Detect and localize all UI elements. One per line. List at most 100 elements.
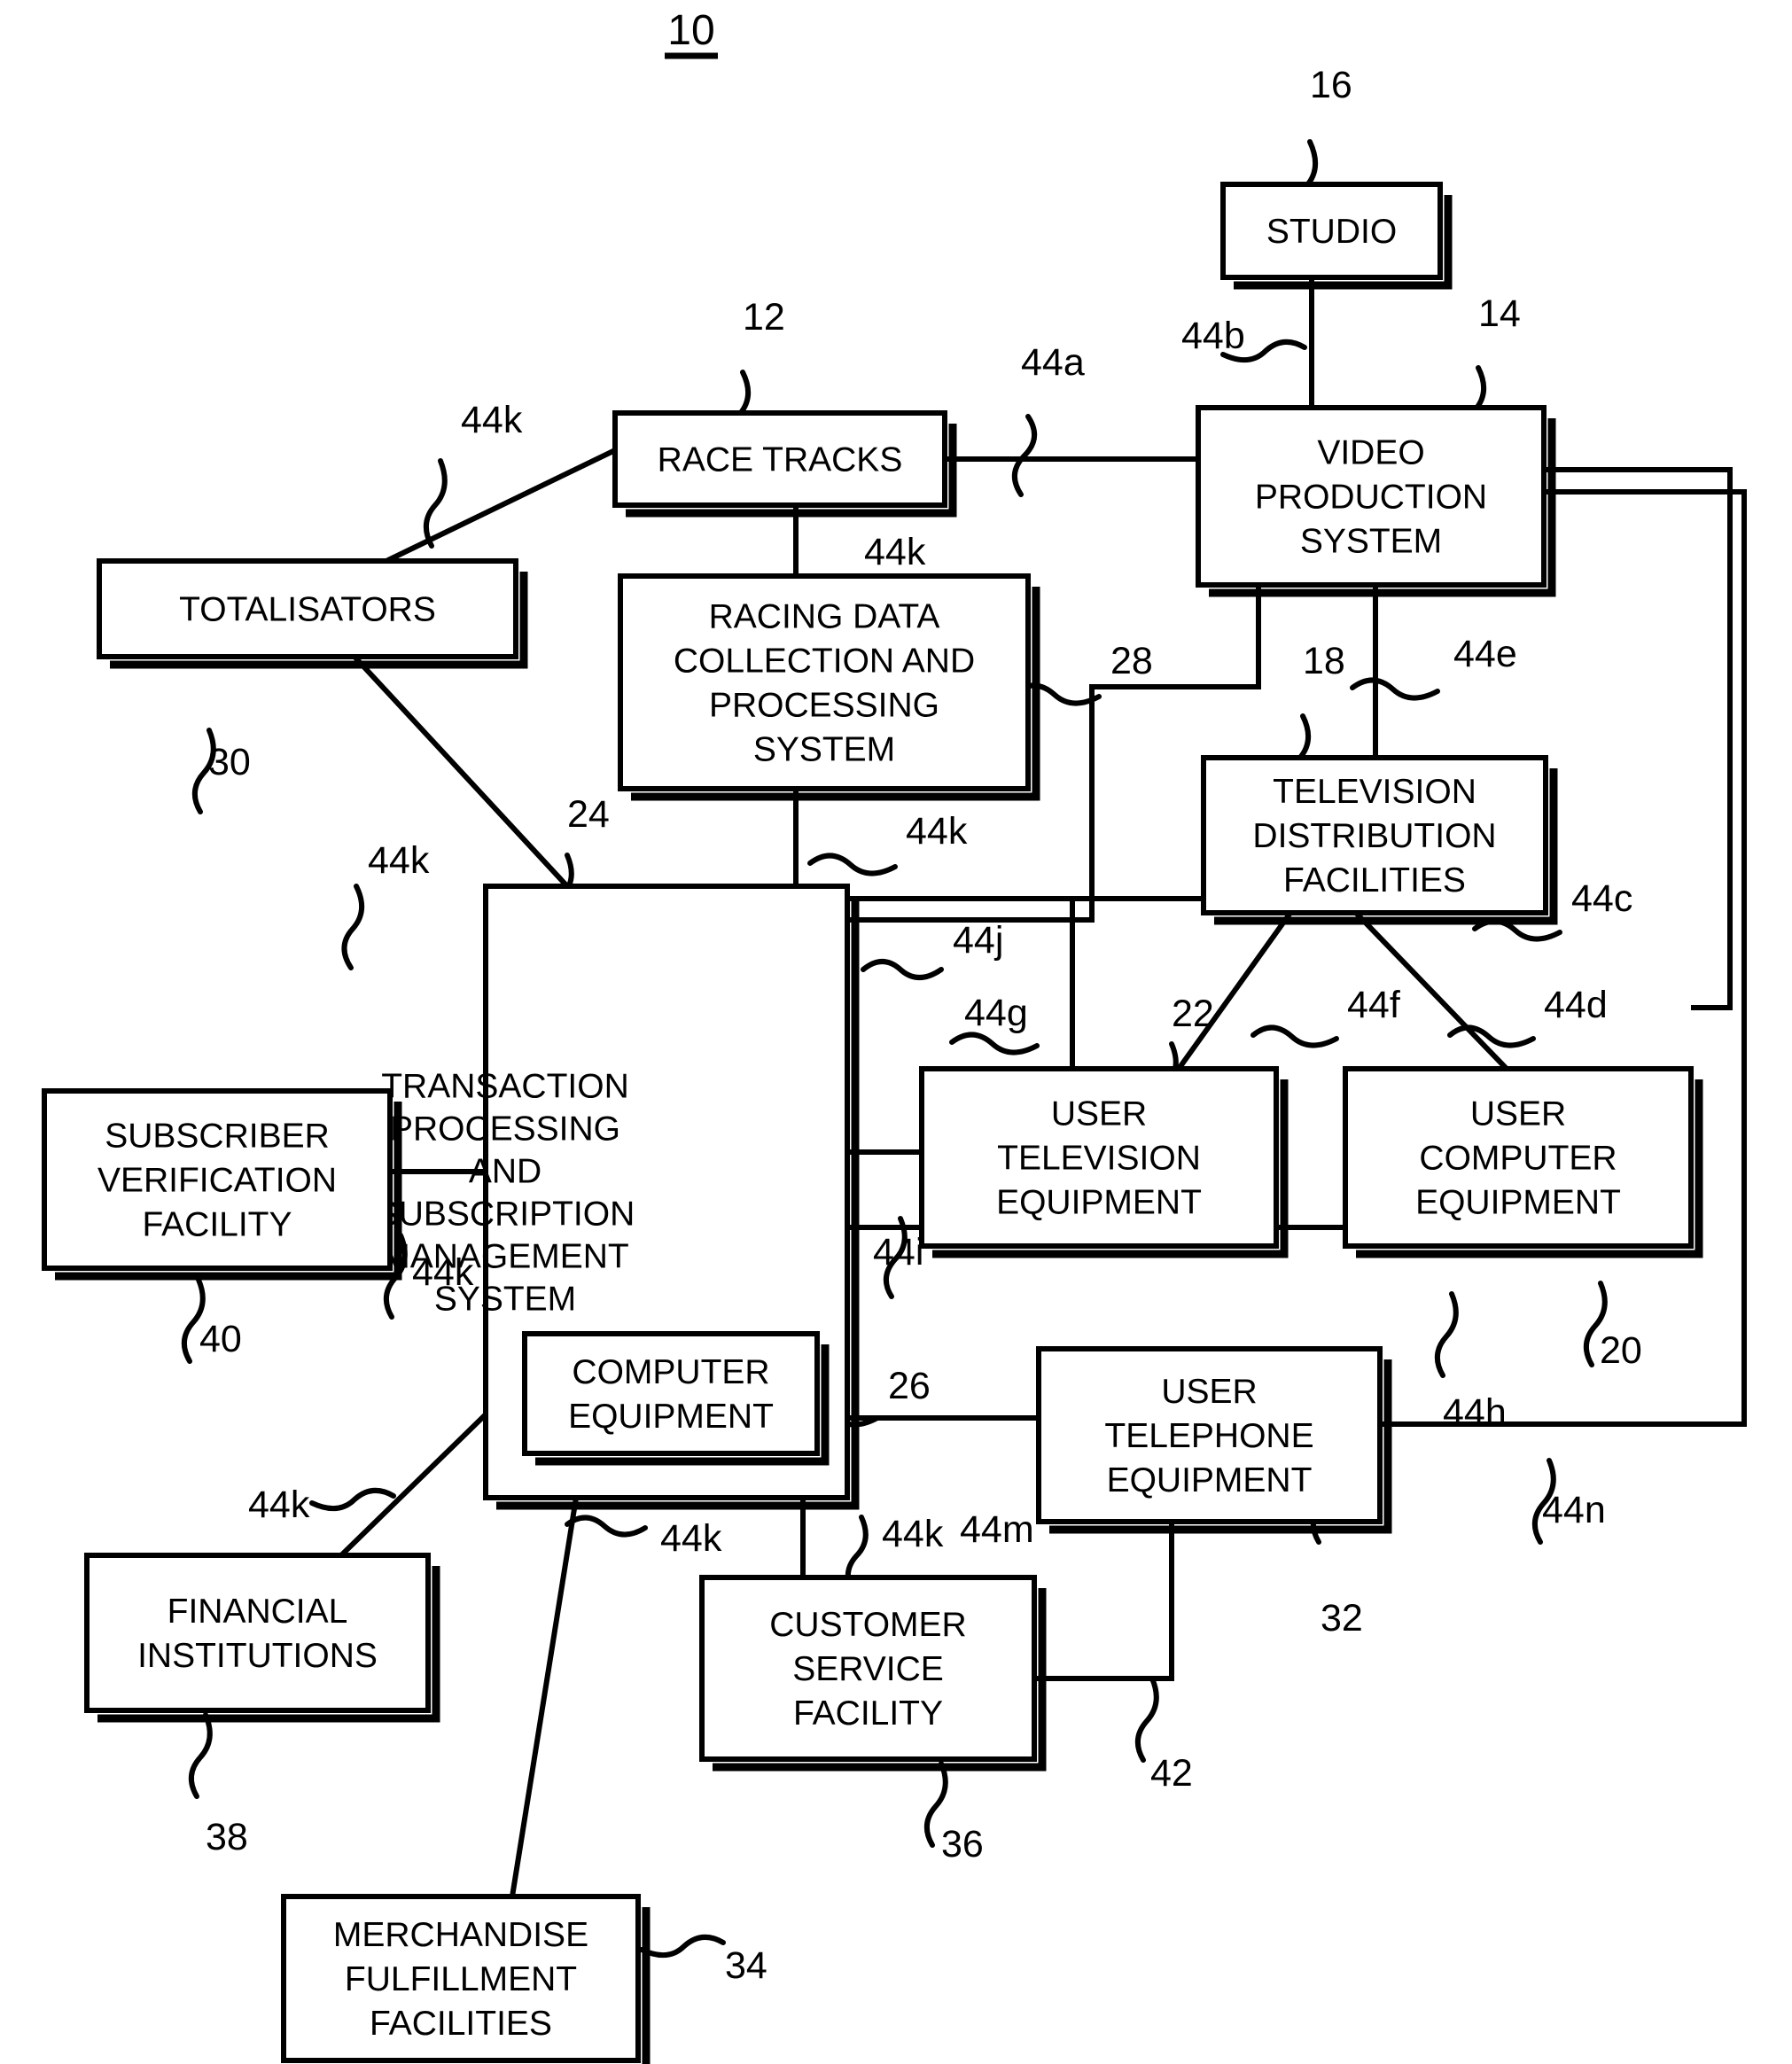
box-label-line: TOTALISATORS — [179, 591, 436, 629]
reference-numeral: 44i — [873, 1231, 923, 1273]
reference-numeral: 34 — [725, 1944, 767, 1987]
figure-canvas: STUDIO VIDEO PRODUCTION SYSTEM RACE TRACKS TO… — [42, 7, 1747, 2064]
reference-numeral: 16 — [1310, 64, 1352, 106]
box-label-line: USER — [1161, 1373, 1257, 1411]
box-label-line: TELEVISION — [1273, 773, 1476, 811]
reference-numeral: 44b — [1181, 315, 1245, 357]
box-label-line: USER — [1051, 1095, 1147, 1133]
reference-numeral: 30 — [208, 741, 251, 783]
box-label-line: MERCHANDISE — [333, 1916, 588, 1954]
box-racing-data-collection: RACING DATA COLLECTION AND PROCESSING SYSTE… — [618, 573, 1040, 801]
reference-numeral: 44k — [906, 810, 968, 853]
reference-numeral: 44k — [248, 1484, 310, 1526]
box-user-telephone-equipment: USER TELEPHONE EQUIPMENT — [1036, 1346, 1392, 1534]
box-label-line: SYSTEM — [1300, 523, 1442, 561]
connector-user-telephone-to-right-bus — [1380, 489, 1747, 1427]
box-label-line: TELEVISION — [997, 1140, 1201, 1178]
box-merchandise-fulfillment-facilities: MERCHANDISE FULFILLMENT FACILITIES — [281, 1894, 651, 2064]
reference-numeral: 18 — [1303, 640, 1345, 682]
reference-numeral: 20 — [1600, 1329, 1642, 1372]
box-race-tracks: RACE TRACKS — [612, 410, 957, 518]
box-label-line: TELEPHONE — [1104, 1417, 1313, 1455]
box-label-line: STUDIO — [1266, 213, 1397, 251]
box-label-line: PROCESSING — [390, 1110, 620, 1149]
reference-numeral: 44k — [864, 531, 926, 573]
reference-numeral: 32 — [1321, 1597, 1363, 1640]
box-label-line: FULFILLMENT — [345, 1960, 577, 1998]
reference-numeral: 44c — [1571, 877, 1632, 920]
box-label-line: USER — [1470, 1095, 1566, 1133]
connector-user-telephone-to-customer-service — [1034, 1522, 1174, 1681]
reference-numeral: 44f — [1347, 984, 1401, 1026]
box-studio: STUDIO — [1220, 182, 1453, 290]
box-label-line: COMPUTER — [1419, 1140, 1617, 1178]
box-label-line: CUSTOMER — [769, 1606, 966, 1644]
connector-video-production-to-user-computer — [1544, 467, 1733, 1010]
box-label-line: COMPUTER — [572, 1353, 769, 1391]
patent-figure: STUDIO VIDEO PRODUCTION SYSTEM RACE TRACKS TO… — [0, 0, 1792, 2064]
box-label-line: RACE TRACKS — [658, 441, 903, 479]
reference-numeral: 38 — [206, 1816, 248, 1858]
reference-numeral: 36 — [941, 1823, 984, 1865]
reference-numeral: 44d — [1544, 984, 1608, 1026]
box-television-distribution-facilities: TELEVISION DISTRIBUTION FACILITIES — [1201, 755, 1558, 925]
reference-numeral: 40 — [199, 1318, 242, 1360]
figure-number-group: 10 — [665, 7, 718, 59]
box-user-computer-equipment: USER COMPUTER EQUIPMENT — [1343, 1066, 1703, 1258]
reference-numeral: 44k — [368, 839, 430, 882]
box-label-line: FACILITIES — [370, 2005, 552, 2043]
reference-numeral: 12 — [743, 296, 785, 339]
box-label-line: FACILITIES — [1283, 861, 1466, 900]
box-label-line: FACILITY — [142, 1206, 292, 1244]
box-label-line: RACING DATA — [709, 598, 940, 636]
box-customer-service-facility: CUSTOMER SERVICE FACILITY — [699, 1575, 1047, 1772]
box-label-line: SUBSCRIPTION — [376, 1196, 635, 1234]
reference-numeral: 22 — [1172, 993, 1214, 1035]
reference-numeral: 42 — [1150, 1752, 1193, 1795]
reference-numeral: 14 — [1478, 292, 1521, 335]
reference-numeral: 44k — [412, 1251, 474, 1294]
box-label-line: AND — [469, 1153, 541, 1191]
connector-transaction-to-financial-institutions — [339, 1412, 488, 1558]
reference-numeral: 44a — [1021, 341, 1085, 384]
reference-numeral: 24 — [567, 793, 610, 836]
box-label-line: EQUIPMENT — [568, 1398, 774, 1436]
box-label-line: VIDEO — [1317, 434, 1424, 472]
reference-numeral: 28 — [1110, 640, 1153, 682]
figure-number: 10 — [667, 7, 714, 54]
box-computer-equipment: COMPUTER EQUIPMENT — [522, 1331, 830, 1466]
box-layer: STUDIO VIDEO PRODUCTION SYSTEM RACE TRACKS TO… — [42, 182, 1703, 2064]
box-label-line: PRODUCTION — [1255, 479, 1487, 517]
box-label-line: TRANSACTION — [381, 1068, 629, 1106]
box-user-television-equipment: USER TELEVISION EQUIPMENT — [919, 1066, 1289, 1258]
box-label-line: FACILITY — [793, 1694, 943, 1733]
box-label-line: SYSTEM — [753, 731, 895, 769]
box-totalisators: TOTALISATORS — [97, 558, 528, 669]
box-label-line: INSTITUTIONS — [137, 1637, 378, 1675]
box-label-line: PROCESSING — [709, 687, 939, 725]
reference-numeral: 44h — [1443, 1391, 1507, 1434]
box-label-line: SUBSCRIBER — [105, 1118, 330, 1156]
box-label-line: FINANCIAL — [168, 1593, 348, 1631]
reference-numeral: 44j — [953, 919, 1003, 962]
box-label-line: EQUIPMENT — [1415, 1184, 1621, 1222]
reference-numeral: 44n — [1542, 1489, 1606, 1531]
box-label-line: DISTRIBUTION — [1252, 817, 1496, 855]
box-video-production-system: VIDEO PRODUCTION SYSTEM — [1196, 405, 1556, 597]
box-label-line: EQUIPMENT — [996, 1184, 1202, 1222]
box-label-line: SERVICE — [792, 1650, 944, 1688]
box-financial-institutions: FINANCIAL INSTITUTIONS — [84, 1553, 440, 1723]
reference-numeral: 44k — [882, 1513, 944, 1555]
box-outline — [84, 1553, 431, 1713]
connector-transaction-to-merchandise-fulfillment — [510, 1497, 579, 1897]
reference-numeral: 26 — [888, 1365, 931, 1407]
box-label-line: VERIFICATION — [97, 1162, 337, 1200]
box-subscriber-verification-facility: SUBSCRIBER VERIFICATION FACILITY — [42, 1088, 402, 1281]
box-label-line: COLLECTION AND — [674, 643, 975, 681]
connector-television-distribution-to-user-television — [1176, 911, 1293, 1071]
reference-numeral: 44g — [964, 992, 1028, 1034]
connector-race-tracks-to-totalisators — [385, 448, 617, 564]
reference-numeral: 44e — [1453, 633, 1517, 675]
reference-numeral: 44k — [461, 399, 523, 441]
box-label-line: EQUIPMENT — [1107, 1461, 1313, 1499]
